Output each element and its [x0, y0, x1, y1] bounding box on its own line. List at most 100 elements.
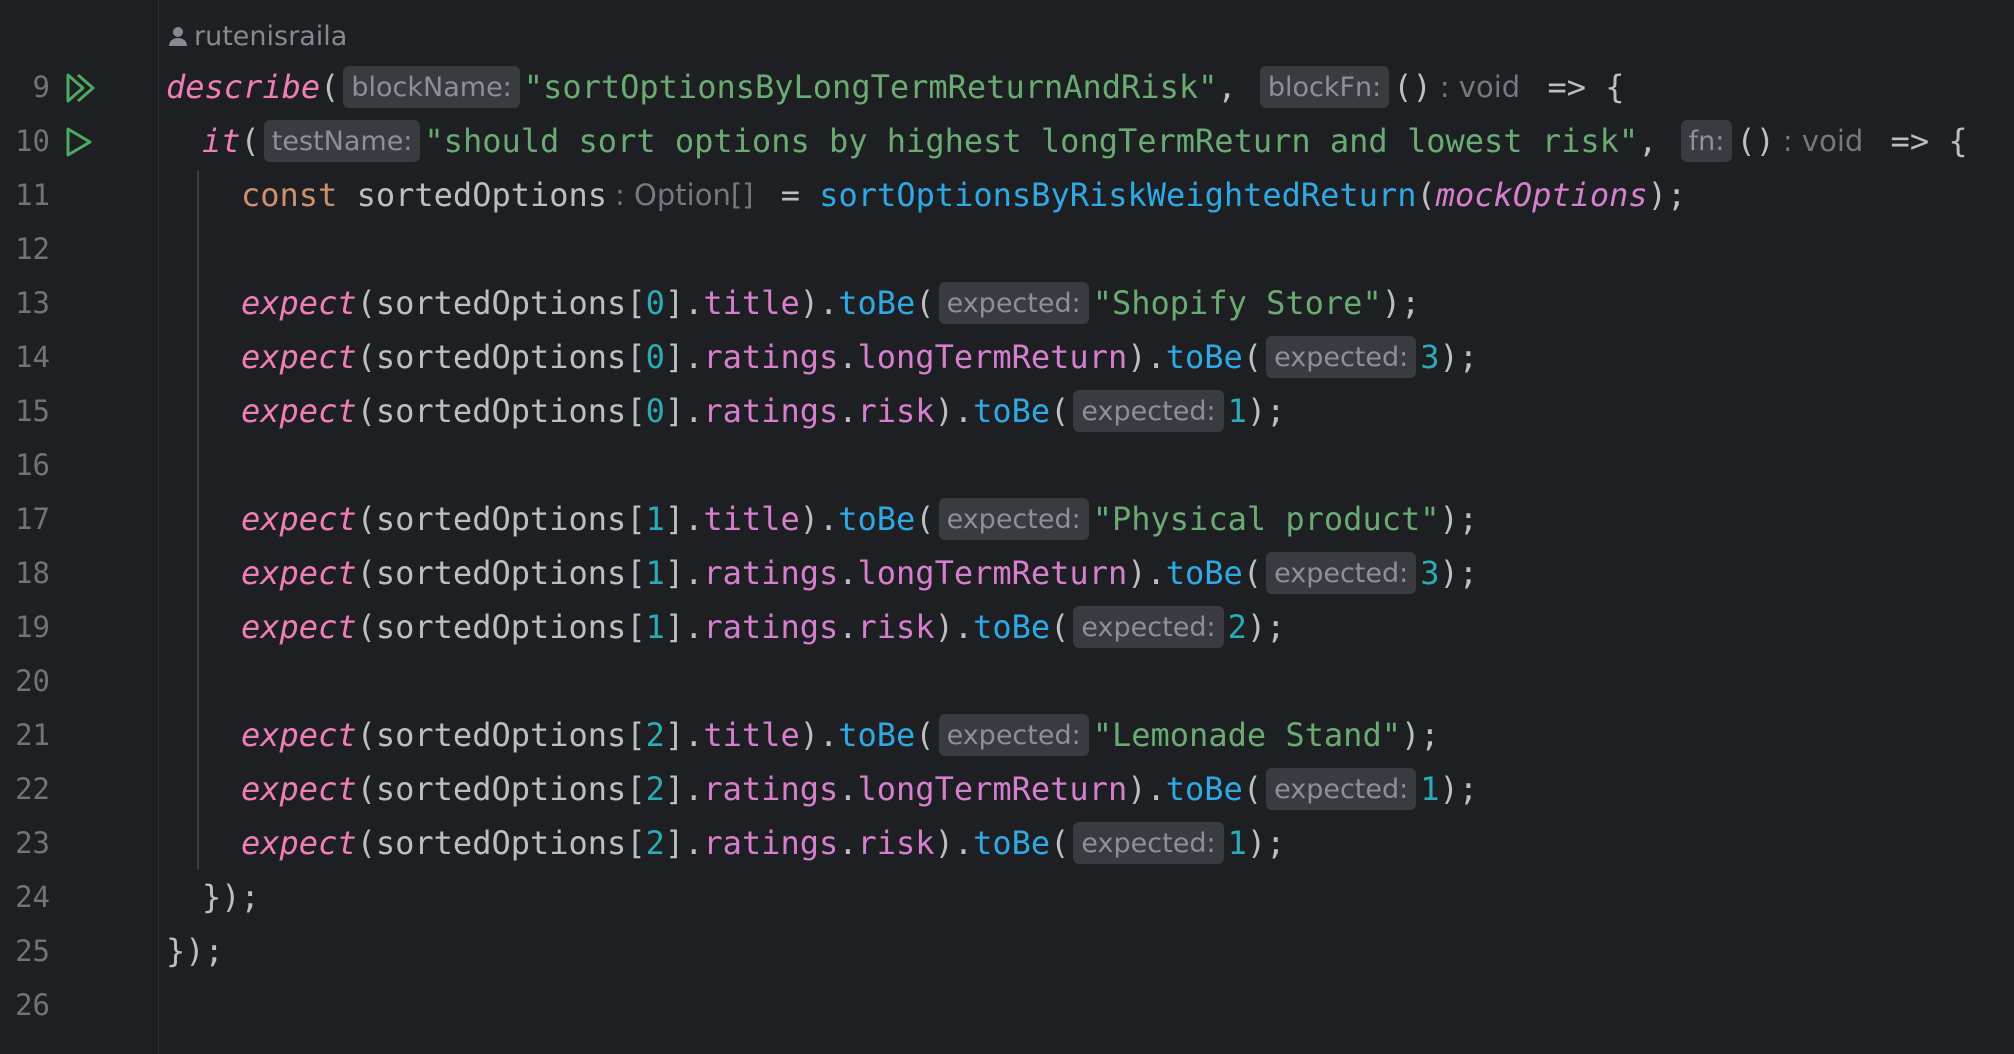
- property[interactable]: title: [703, 500, 799, 538]
- code-line[interactable]: 18 expect(sortedOptions[1]. ratings. longT…: [0, 546, 2014, 600]
- property[interactable]: title: [703, 284, 799, 322]
- param-hint: expected:: [938, 282, 1089, 324]
- variable[interactable]: sortedOptions: [357, 176, 607, 214]
- function-call[interactable]: toBe: [973, 608, 1050, 646]
- code-line[interactable]: 24 });: [0, 870, 2014, 924]
- string-literal[interactable]: "sortOptionsByLongTermReturnAndRisk": [524, 68, 1218, 106]
- line-number: 23: [15, 826, 50, 860]
- type-hint: : void: [1439, 70, 1521, 104]
- param-hint: blockFn:: [1259, 66, 1390, 108]
- line-number: 25: [15, 934, 50, 968]
- code-line[interactable]: 15 expect(sortedOptions[0]. ratings. risk)…: [0, 384, 2014, 438]
- property[interactable]: title: [703, 716, 799, 754]
- code-line[interactable]: 9 describe(blockName: "sortOptionsByLongT…: [0, 60, 2014, 114]
- code-line[interactable]: 12: [0, 222, 2014, 276]
- number-literal: 2: [645, 716, 665, 754]
- line-number: 9: [32, 70, 50, 104]
- number-literal: 1: [1227, 824, 1247, 862]
- author-name: rutenisraila: [194, 20, 348, 52]
- function-call[interactable]: toBe: [1166, 338, 1243, 376]
- variable[interactable]: sortedOptions: [376, 500, 626, 538]
- property[interactable]: risk: [858, 608, 935, 646]
- variable[interactable]: sortedOptions: [376, 770, 626, 808]
- code-line[interactable]: 25 });: [0, 924, 2014, 978]
- expect-call[interactable]: expect: [241, 824, 357, 862]
- code-line[interactable]: 23 expect(sortedOptions[2]. ratings. risk)…: [0, 816, 2014, 870]
- run-all-tests-icon[interactable]: [64, 72, 104, 104]
- line-number: 12: [15, 232, 50, 266]
- function-call[interactable]: toBe: [838, 716, 915, 754]
- function-call[interactable]: toBe: [838, 500, 915, 538]
- property[interactable]: ratings: [703, 338, 838, 376]
- property[interactable]: ratings: [703, 770, 838, 808]
- line-number: 16: [15, 448, 50, 482]
- number-literal: 2: [645, 824, 665, 862]
- property[interactable]: longTermReturn: [858, 338, 1128, 376]
- expect-call[interactable]: expect: [241, 554, 357, 592]
- variable[interactable]: sortedOptions: [376, 824, 626, 862]
- expect-call[interactable]: expect: [241, 716, 357, 754]
- property[interactable]: ratings: [703, 392, 838, 430]
- property[interactable]: risk: [858, 392, 935, 430]
- param-hint: expected:: [1073, 606, 1224, 648]
- param-hint: expected:: [1266, 336, 1417, 378]
- describe-call[interactable]: describe: [166, 68, 320, 106]
- string-literal[interactable]: "Shopify Store": [1093, 284, 1382, 322]
- expect-call[interactable]: expect: [241, 500, 357, 538]
- function-call[interactable]: toBe: [973, 392, 1050, 430]
- property[interactable]: ratings: [703, 824, 838, 862]
- number-literal: 1: [645, 608, 665, 646]
- code-line[interactable]: 14 expect(sortedOptions[0]. ratings. longT…: [0, 330, 2014, 384]
- expect-call[interactable]: expect: [241, 284, 357, 322]
- code-line[interactable]: 13 expect(sortedOptions[0]. title). toBe(e…: [0, 276, 2014, 330]
- string-literal[interactable]: "Lemonade Stand": [1093, 716, 1401, 754]
- code-line[interactable]: 22 expect(sortedOptions[2]. ratings. longT…: [0, 762, 2014, 816]
- variable[interactable]: mockOptions: [1436, 176, 1648, 214]
- variable[interactable]: sortedOptions: [376, 608, 626, 646]
- property[interactable]: longTermReturn: [858, 770, 1128, 808]
- variable[interactable]: sortedOptions: [376, 338, 626, 376]
- line-number: 13: [15, 286, 50, 320]
- property[interactable]: longTermReturn: [858, 554, 1128, 592]
- code-line[interactable]: 21 expect(sortedOptions[2]. title). toBe(e…: [0, 708, 2014, 762]
- code-line[interactable]: 11 const sortedOptions: Option[] = sortO…: [0, 168, 2014, 222]
- code-author-hint[interactable]: rutenisraila: [168, 14, 347, 58]
- property[interactable]: risk: [858, 824, 935, 862]
- expect-call[interactable]: expect: [241, 338, 357, 376]
- function-call[interactable]: toBe: [1166, 554, 1243, 592]
- function-call[interactable]: toBe: [838, 284, 915, 322]
- property[interactable]: ratings: [703, 554, 838, 592]
- number-literal: 0: [645, 392, 665, 430]
- code-line[interactable]: 17 expect(sortedOptions[1]. title). toBe(e…: [0, 492, 2014, 546]
- number-literal: 0: [645, 338, 665, 376]
- variable[interactable]: sortedOptions: [376, 554, 626, 592]
- expect-call[interactable]: expect: [241, 608, 357, 646]
- line-number: 11: [15, 178, 50, 212]
- code-line[interactable]: 20: [0, 654, 2014, 708]
- expect-call[interactable]: expect: [241, 770, 357, 808]
- code-line[interactable]: 16: [0, 438, 2014, 492]
- number-literal: 1: [1420, 770, 1440, 808]
- it-call[interactable]: it: [202, 122, 241, 160]
- function-call[interactable]: toBe: [1166, 770, 1243, 808]
- line-number: 24: [15, 880, 50, 914]
- variable[interactable]: sortedOptions: [376, 284, 626, 322]
- code-line[interactable]: 10 it(testName: "should sort options by h…: [0, 114, 2014, 168]
- variable[interactable]: sortedOptions: [376, 392, 626, 430]
- string-literal[interactable]: "should sort options by highest longTerm…: [424, 122, 1638, 160]
- function-call[interactable]: sortOptionsByRiskWeightedReturn: [819, 176, 1416, 214]
- number-literal: 2: [1227, 608, 1247, 646]
- function-call[interactable]: toBe: [973, 824, 1050, 862]
- property[interactable]: ratings: [703, 608, 838, 646]
- code-line[interactable]: 26: [0, 978, 2014, 1032]
- expect-call[interactable]: expect: [241, 392, 357, 430]
- keyword: const: [241, 176, 338, 214]
- param-hint: expected:: [1266, 552, 1417, 594]
- variable[interactable]: sortedOptions: [376, 716, 626, 754]
- code-line[interactable]: 19 expect(sortedOptions[1]. ratings. risk)…: [0, 600, 2014, 654]
- string-literal[interactable]: "Physical product": [1093, 500, 1440, 538]
- type-hint: : void: [1782, 124, 1864, 158]
- person-icon: [169, 27, 187, 46]
- param-hint: fn:: [1680, 120, 1733, 162]
- run-test-icon[interactable]: [64, 126, 104, 158]
